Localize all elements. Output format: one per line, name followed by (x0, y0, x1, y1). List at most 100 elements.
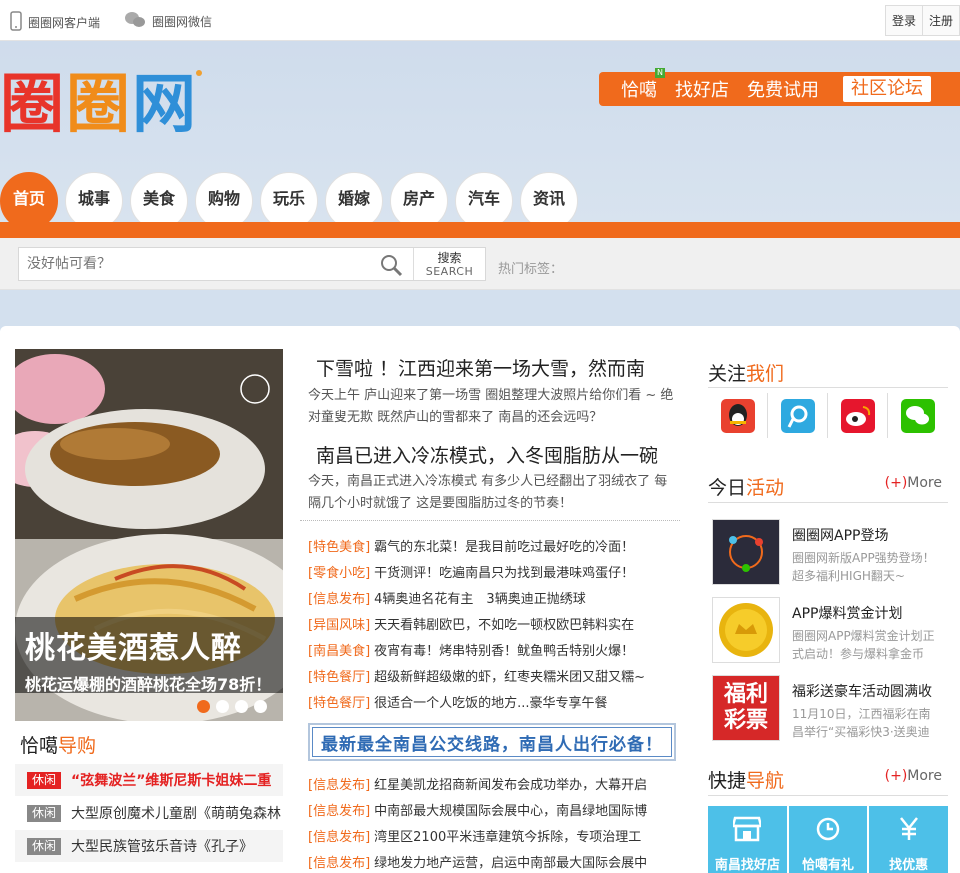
item-tag[interactable]: [异国风味] (308, 614, 370, 633)
left-title-a: 恰噶 (20, 735, 59, 757)
follow-title: 关注我们 (708, 359, 784, 386)
top-bar: 圈圈网客户端 圈圈网微信 登录 注册 (0, 0, 960, 41)
quick-qiaga-gift[interactable]: 恰噶有礼 (788, 806, 868, 873)
search-box: 搜索 SEARCH (18, 247, 486, 281)
activity-item[interactable]: 圈圈网APP登场 圈圈网新版APP强势登场！超多福利HIGH翻天~ (712, 519, 948, 585)
quick-label: 南昌找好店 (714, 858, 780, 873)
item-text: 很适合一个人吃饭的地方...豪华专享午餐 (374, 695, 608, 711)
activity-more-link[interactable]: (+)More (885, 475, 942, 491)
headline-1[interactable]: 下雪啦 ！江西迎来第一场大雪，然而南 (308, 354, 680, 381)
activity-item[interactable]: APP爆料赏金计划 圈圈网APP爆料赏金计划正式启动！参与爆料拿金币 (712, 597, 948, 663)
quick-find-deals[interactable]: 找优惠 (869, 806, 949, 873)
quick-nav: 南昌找好店 恰噶有礼 找优惠 (708, 806, 949, 873)
nav-underline-bar (0, 222, 960, 238)
search-icon[interactable] (379, 253, 403, 281)
headline-2[interactable]: 南昌已进入冷冻模式，入冬囤脂肪从一碗 (308, 441, 680, 468)
item-tag[interactable]: [零食小吃] (308, 562, 370, 581)
list-item[interactable]: [特色美食] 霸气的东北菜！是我目前吃过最好吃的冷面！ (308, 532, 680, 558)
quick-more-plus: (+) (884, 768, 908, 784)
sina-weibo-icon[interactable] (828, 393, 888, 438)
activity-more-plus: (+) (884, 475, 908, 491)
topnav-free-trial[interactable]: 免费试用 (747, 76, 819, 102)
slider-dot-1[interactable] (197, 700, 210, 713)
quick-title-b: 导航 (746, 770, 785, 792)
item-tag[interactable]: [信息发布] (308, 588, 370, 607)
item-tag[interactable]: [信息发布] (308, 800, 370, 819)
list-item[interactable]: [南昌美食] 夜宵有毒！烤串特别香！鱿鱼鸭舌特别火爆！ (308, 636, 680, 662)
list-item[interactable]: 休闲 大型民族管弦乐音诗《孔子》 (15, 830, 283, 863)
list-item[interactable]: [信息发布] 湾里区2100平米违章建筑今拆除，专项治理工 (308, 822, 680, 848)
history-icon (814, 816, 842, 846)
topnav-qiaga[interactable]: 恰噶 N (621, 68, 665, 102)
wechat-link[interactable]: 圈圈网微信 (124, 11, 212, 32)
left-title-b: 导购 (58, 735, 97, 757)
headline-1-summary: 今天上午 庐山迎来了第一场雪 圈姐整理大波照片给你们看 ~ 绝对童叟无欺 既然庐… (308, 388, 674, 425)
activity-title: 圈圈网APP登场 (792, 528, 889, 544)
quick-title-a: 快捷 (708, 770, 747, 792)
tencent-weibo-icon[interactable] (768, 393, 828, 438)
shop-icon (731, 816, 763, 846)
wechat-label: 圈圈网微信 (152, 15, 213, 29)
topnav-find-shop[interactable]: 找好店 (675, 76, 729, 102)
item-tag[interactable]: [信息发布] (308, 852, 370, 871)
topnav-qiaga-label: 恰噶 (621, 80, 657, 101)
featured-slider[interactable]: 桃花美酒惹人醉 桃花运爆棚的酒醉桃花全场78折！ (15, 349, 283, 721)
list-item[interactable]: [信息发布] 中南部最大规模国际会展中心，南昌绿地国际博 (308, 796, 680, 822)
quick-find-shop[interactable]: 南昌找好店 (708, 806, 787, 873)
activity-more-label: More (907, 475, 942, 491)
list-item[interactable]: [信息发布] 4辆奥迪名花有主 3辆奥迪正抛绣球 (308, 584, 680, 610)
item-text: 大型原创魔术儿童剧《萌萌兔森林 (71, 806, 282, 822)
slider-dot-4[interactable] (254, 700, 267, 713)
quick-label: 找优惠 (889, 858, 929, 873)
item-tag[interactable]: [特色餐厅] (308, 666, 370, 685)
follow-title-b: 我们 (746, 363, 785, 385)
topnav-forum[interactable]: 社区论坛 (843, 76, 931, 102)
activity-title-a: 今日 (708, 477, 747, 499)
item-text: 湾里区2100平米违章建筑今拆除，专项治理工 (374, 829, 642, 845)
list-item[interactable]: [异国风味] 天天看韩剧欧巴，不如吃一顿权欧巴韩料实在 (308, 610, 680, 636)
slider-dot-3[interactable] (235, 700, 248, 713)
register-link[interactable]: 注册 (923, 12, 959, 29)
item-tag[interactable]: [信息发布] (308, 826, 370, 845)
search-input[interactable] (19, 249, 375, 279)
list-item[interactable]: [特色餐厅] 超级新鲜超级嫩的虾，红枣夹糯米团又甜又糯~ (308, 662, 680, 688)
activity-title: 福彩送豪车活动圆满收 (792, 684, 932, 700)
logo-char-1: 圈 (0, 68, 64, 142)
item-text: 4辆奥迪名花有主 3辆奥迪正抛绣球 (374, 591, 586, 607)
social-icons (708, 393, 948, 438)
top-nav: 恰噶 N 找好店 免费试用 社区论坛 (599, 68, 960, 106)
list-item[interactable]: 休闲 大型原创魔术儿童剧《萌萌兔森林 (15, 797, 283, 830)
wechat-small-icon (124, 11, 146, 32)
quick-more-link[interactable]: (+)More (885, 768, 942, 784)
search-button-label: 搜索 (437, 251, 462, 265)
item-text: 绿地发力地产运营，启运中南部最大国际会展中 (374, 855, 648, 871)
qq-icon[interactable] (708, 393, 768, 438)
item-text: 中南部最大规模国际会展中心，南昌绿地国际博 (374, 803, 648, 819)
item-tag[interactable]: [信息发布] (308, 774, 370, 793)
item-text: “弦舞波兰”维斯尼斯卡姐妹二重 (71, 773, 272, 789)
list-item[interactable]: [特色餐厅] 很适合一个人吃饭的地方...豪华专享午餐 (308, 688, 680, 714)
search-row: 搜索 SEARCH 热门标签： (0, 238, 960, 290)
list-item[interactable]: [零食小吃] 干货测评！吃遍南昌只为找到最港味鸡蛋仔！ (308, 558, 680, 584)
bus-route-banner[interactable]: 最新最全南昌公交线路，南昌人出行必备！ (308, 723, 676, 761)
activity-item[interactable]: 福利彩票 福彩送豪车活动圆满收 11月10日，江西福彩在南昌举行“买福彩快3·送… (712, 675, 948, 741)
wechat-icon[interactable] (888, 393, 948, 438)
item-text: 超级新鲜超级嫩的虾，红枣夹糯米团又甜又糯~ (374, 669, 646, 685)
site-logo[interactable]: 圈 圈 网 (0, 68, 202, 142)
client-link[interactable]: 圈圈网客户端 (10, 11, 100, 34)
quick-divider (708, 795, 948, 796)
left-section-title: 恰噶导购 (20, 731, 96, 758)
item-tag: 休闲 (27, 771, 62, 789)
slider-dots (197, 700, 267, 713)
info-list: [信息发布] 红星美凯龙招商新闻发布会成功举办，大幕开启 [信息发布] 中南部最大规… (308, 770, 680, 873)
list-item[interactable]: 休闲 “弦舞波兰”维斯尼斯卡姐妹二重 (15, 764, 283, 797)
item-tag: 休闲 (27, 837, 62, 855)
login-link[interactable]: 登录 (886, 12, 922, 29)
slider-dot-2[interactable] (216, 700, 229, 713)
item-tag[interactable]: [特色餐厅] (308, 692, 370, 711)
item-tag[interactable]: [特色美食] (308, 536, 370, 555)
search-button[interactable]: 搜索 SEARCH (413, 248, 485, 280)
list-item[interactable]: [信息发布] 红星美凯龙招商新闻发布会成功举办，大幕开启 (308, 770, 680, 796)
item-tag[interactable]: [南昌美食] (308, 640, 370, 659)
list-item[interactable]: [信息发布] 绿地发力地产运营，启运中南部最大国际会展中 (308, 848, 680, 873)
